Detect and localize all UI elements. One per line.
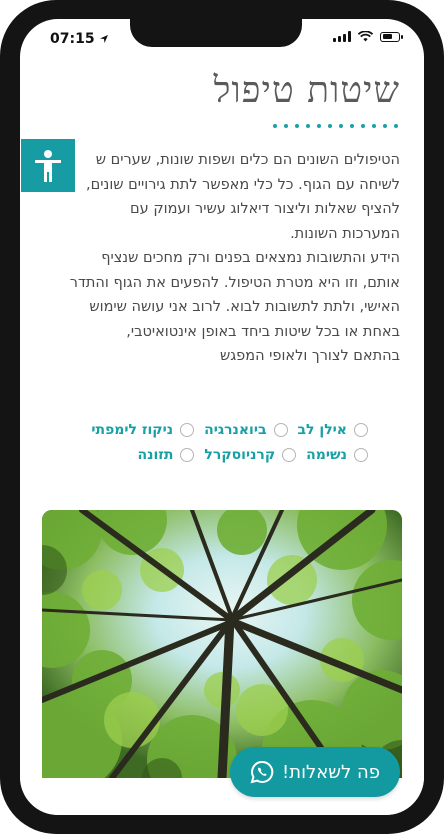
description-line: הידע והתשובות נמצאים בפנים ורק מחכים שנצ… bbox=[101, 250, 400, 266]
option-label: ביואנרגיה bbox=[204, 422, 267, 438]
radio-button[interactable] bbox=[180, 448, 195, 462]
whatsapp-icon bbox=[250, 760, 274, 784]
whatsapp-label: פה לשאלות! bbox=[282, 761, 380, 783]
description-text: הטיפולים השונים הם כלים ושפות שונות, שער… bbox=[20, 148, 400, 369]
side-button-silent bbox=[0, 115, 1, 145]
option-craniosacral[interactable]: קרניוסקרל bbox=[204, 447, 297, 463]
side-button-volume-up bbox=[0, 170, 1, 230]
time-text: 07:15 bbox=[50, 31, 95, 47]
page-title: שיטות טיפול bbox=[213, 70, 400, 111]
option-label: אילן לב bbox=[297, 422, 347, 438]
phone-frame: 07:15 שיטות טיפול הטיפולים השונים הם כלי… bbox=[0, 0, 444, 834]
radio-button[interactable] bbox=[354, 448, 368, 462]
status-bar-time: 07:15 bbox=[50, 31, 109, 47]
description-line: באחת או בכל שיטות ביחד באופן אינטואיטבי, bbox=[126, 323, 400, 340]
therapy-options: אילן לב ביואנרגיה ניקוז לימפתי נשימה קרנ… bbox=[91, 422, 368, 472]
options-row: נשימה קרניוסקרל תזונה bbox=[91, 447, 368, 463]
battery-icon bbox=[380, 31, 403, 42]
option-label: קרניוסקרל bbox=[204, 447, 276, 463]
screen: 07:15 שיטות טיפול הטיפולים השונים הם כלי… bbox=[20, 19, 424, 815]
description-line: הטיפולים השונים הם כלים ושפות שונות, שער… bbox=[95, 152, 400, 168]
description-line: המערכות השונות. bbox=[290, 225, 400, 242]
description-line: אותם, וזו היא מטרת הטיפול. להפעים את הגו… bbox=[69, 274, 400, 291]
whatsapp-questions-button[interactable]: פה לשאלות! bbox=[230, 747, 400, 797]
accessibility-button[interactable] bbox=[21, 139, 75, 192]
options-row: אילן לב ביואנרגיה ניקוז לימפתי bbox=[91, 422, 368, 438]
notch bbox=[130, 19, 302, 47]
description-line: לשיחה עם הגוף. כל כלי מאפשר לתת גירויים … bbox=[86, 176, 400, 193]
option-lymphatic-drainage[interactable]: ניקוז לימפתי bbox=[91, 422, 195, 438]
option-label: ניקוז לימפתי bbox=[91, 422, 174, 438]
description-line: להציף שאלות וליצור דיאלוג עשיר ועמוק עם bbox=[130, 201, 400, 217]
option-ilan-lev[interactable]: אילן לב bbox=[298, 422, 368, 438]
radio-button[interactable] bbox=[354, 423, 368, 437]
radio-button[interactable] bbox=[180, 423, 195, 437]
radio-button[interactable] bbox=[282, 448, 297, 462]
wifi-icon bbox=[358, 31, 373, 42]
option-label: נשימה bbox=[306, 447, 347, 463]
status-bar-right bbox=[333, 31, 403, 42]
description-line: האישי, ולתת לתשובות לבוא. לרוב אני עושה … bbox=[89, 299, 400, 315]
option-label: תזונה bbox=[137, 447, 174, 463]
accessibility-person-icon bbox=[35, 149, 61, 182]
option-breathing[interactable]: נשימה bbox=[306, 447, 368, 463]
option-nutrition[interactable]: תזונה bbox=[137, 447, 195, 463]
side-button-volume-down bbox=[0, 250, 1, 310]
title-dots-divider bbox=[273, 124, 398, 128]
option-bioenergy[interactable]: ביואנרגיה bbox=[204, 422, 288, 438]
cellular-signal-icon bbox=[333, 31, 351, 42]
description-line: בהתאם לצורך ולאופי המפגש bbox=[219, 348, 400, 364]
location-arrow-icon bbox=[99, 35, 108, 43]
radio-button[interactable] bbox=[273, 423, 288, 437]
forest-canopy-photo bbox=[42, 510, 402, 778]
